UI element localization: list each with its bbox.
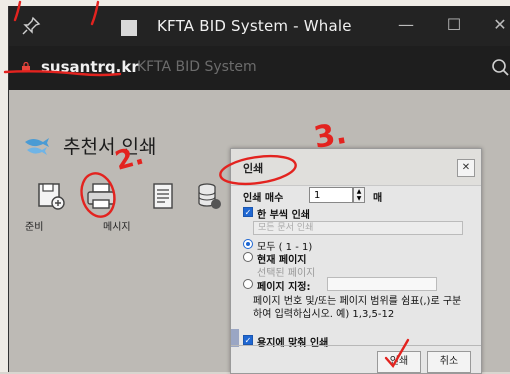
minimize-button[interactable]: — [391,10,421,40]
page-range-radio[interactable] [243,279,253,289]
page-title: 추천서 인쇄 [63,136,157,158]
message-icon [153,183,173,209]
dialog-close-button[interactable]: ✕ [457,159,475,177]
window-title: KFTA BID System - Whale [157,17,352,35]
address-bar[interactable]: susantrq.kr KFTA BID System [9,46,510,90]
toolbar: 준비 메시지 [23,176,243,233]
copies-input[interactable]: 1 [309,187,353,203]
title-bar: KFTA BID System - Whale — ☐ ✕ [9,6,510,46]
one-copy-checkbox[interactable]: ✓ [243,207,253,217]
copies-unit: 매 [373,193,383,204]
selected-pages-label: 선택된 페이지 [257,268,316,279]
page-range-label: 페이지 지정: [257,282,311,293]
all-pages-radio[interactable] [243,239,253,249]
close-window-button[interactable]: ✕ [485,10,510,40]
database-button[interactable] [189,176,229,216]
print-dialog: 인쇄 ✕ 인쇄 매수 1 ▲ ▼ 매 ✓ 한 부씩 인쇄 모든 문서 인쇄 모두 … [230,148,482,374]
cancel-button[interactable]: 취소 [427,351,471,373]
print-confirm-button[interactable]: 인쇄 [377,351,421,373]
copies-label: 인쇄 매수 [243,193,284,204]
fish-logo-icon [25,138,49,155]
maximize-button[interactable]: ☐ [439,10,469,40]
message-button[interactable] [143,176,183,216]
database-icon [198,183,221,209]
printer-icon [87,183,115,209]
search-icon[interactable] [491,58,510,78]
address-site-name: KFTA BID System [137,59,257,75]
copies-spinner[interactable]: ▲ ▼ [353,187,365,203]
save-button[interactable] [31,176,71,216]
address-domain: susantrq.kr [41,58,139,76]
lock-icon [22,62,30,72]
one-copy-label: 한 부씩 인쇄 [257,210,310,221]
dialog-title: 인쇄 [243,162,264,175]
dialog-header: 인쇄 ✕ [231,149,481,186]
dialog-footer-divider [231,345,481,346]
save-icon [38,183,65,210]
toolbar-label-message: 메시지 [103,222,131,233]
current-page-radio[interactable] [243,252,253,262]
fit-to-paper-checkbox[interactable]: ✓ [243,335,253,345]
pin-icon[interactable] [21,16,41,36]
toolbar-label-ready: 준비 [25,222,44,233]
site-favicon [121,20,137,36]
fit-to-paper-label: 용지에 맞춰 인쇄 [257,338,329,349]
print-all-docs-field: 모든 문서 인쇄 [253,221,463,235]
print-button[interactable] [81,176,121,216]
page-range-help: 페이지 번호 및/또는 페이지 범위를 쉼표(,)로 구분하여 입력하십시오. … [253,296,462,320]
page-range-input[interactable] [327,277,437,291]
